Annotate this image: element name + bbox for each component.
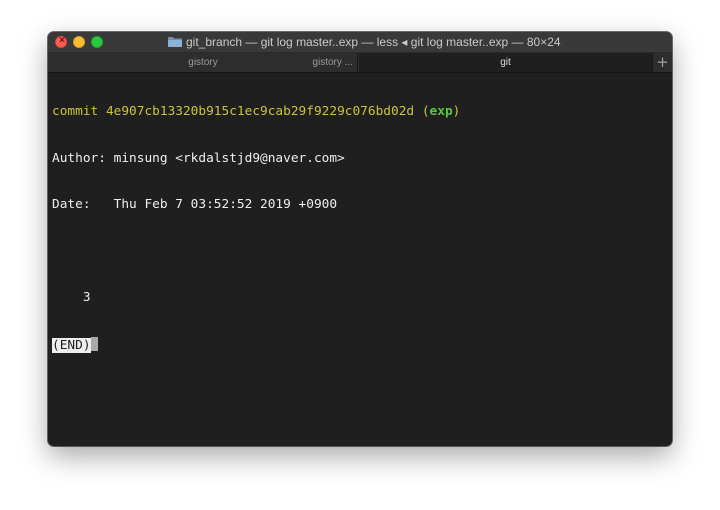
text-cursor	[90, 336, 98, 351]
tab-git-label: git	[500, 57, 511, 68]
close-button[interactable]: ✕	[55, 36, 67, 48]
tab-git[interactable]: git	[359, 53, 652, 72]
tab-gistory[interactable]: gistory gistory ...	[48, 53, 358, 72]
zoom-button[interactable]	[91, 36, 103, 48]
tab-gistory-secondary-label: gistory ...	[312, 57, 353, 68]
commit-hash: 4e907cb13320b915c1ec9cab29f9229c076bd02d	[105, 104, 415, 119]
minimize-button[interactable]	[73, 36, 85, 48]
ref-close: )	[452, 104, 461, 119]
terminal-window: ✕ git_branch — git log master..exp — les…	[48, 32, 672, 446]
commit-prefix: commit	[52, 104, 106, 119]
window-title-text: git_branch — git log master..exp — less …	[186, 35, 561, 49]
new-tab-button[interactable]: +	[652, 53, 672, 72]
title-bar[interactable]: ✕ git_branch — git log master..exp — les…	[48, 32, 672, 53]
window-title: git_branch — git log master..exp — less …	[168, 32, 561, 52]
folder-icon	[168, 36, 182, 47]
ref-open: (	[414, 104, 430, 119]
plus-icon: +	[656, 53, 669, 71]
commit-message-line: 3	[52, 290, 91, 305]
end-line: (END)	[52, 336, 668, 353]
end-marker: (END)	[52, 337, 91, 353]
author-line: Author: minsung <rkdalstjd9@naver.com>	[52, 150, 345, 166]
date-line: Date: Thu Feb 7 03:52:52 2019 +0900	[52, 197, 338, 212]
close-icon: ✕	[58, 36, 66, 46]
terminal-output[interactable]: commit 4e907cb13320b915c1ec9cab29f9229c0…	[52, 73, 668, 443]
branch-ref: exp	[429, 104, 453, 119]
tab-bar: gistory gistory ... git +	[48, 53, 672, 73]
commit-line: commit 4e907cb13320b915c1ec9cab29f9229c0…	[52, 104, 668, 120]
